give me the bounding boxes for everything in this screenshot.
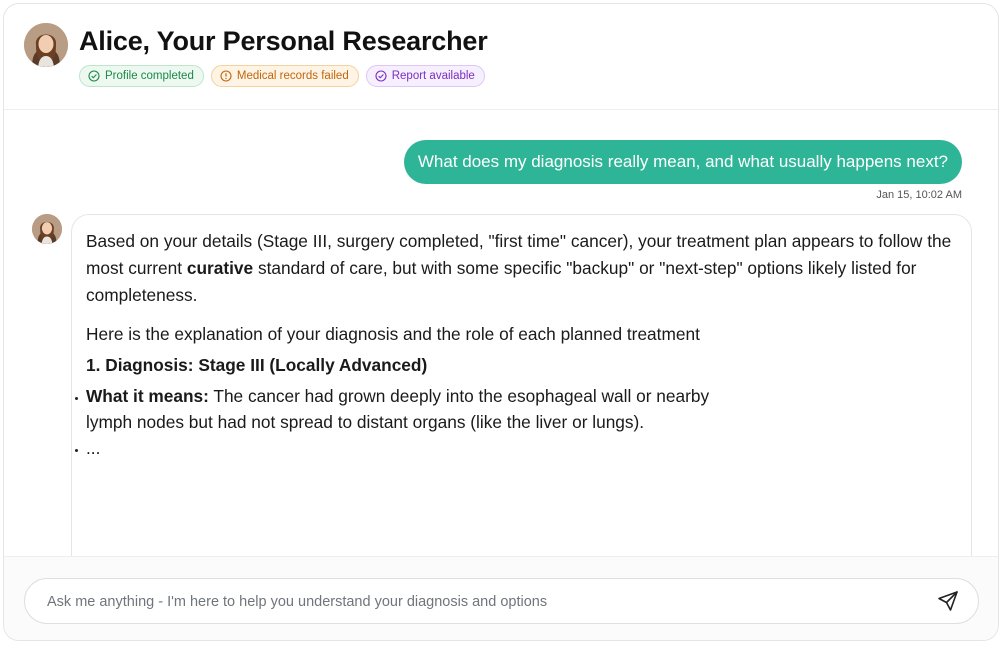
alert-circle-icon <box>220 70 232 82</box>
paragraph-bold-text: curative <box>186 258 254 278</box>
list-item: What it means: The cancer had grown deep… <box>75 383 756 435</box>
message-timestamp: Jan 15, 10:02 AM <box>876 189 962 201</box>
send-button[interactable] <box>936 589 960 613</box>
list-item-label: What it means: <box>86 386 209 406</box>
message-list[interactable]: What does my diagnosis really mean, and … <box>4 110 998 556</box>
list-item: ... <box>75 435 957 461</box>
message-input-container[interactable] <box>24 578 979 625</box>
check-circle-icon <box>88 70 100 82</box>
composer <box>4 556 998 640</box>
user-message: What does my diagnosis really mean, and … <box>403 140 962 184</box>
avatar <box>24 23 68 67</box>
badge-label: Profile completed <box>105 70 194 82</box>
chat-window: Alice, Your Personal Researcher Profile … <box>3 3 999 641</box>
bullet-list: What it means: The cancer had grown deep… <box>75 383 957 461</box>
assistant-message: Based on your details (Stage III, surger… <box>71 214 972 556</box>
status-badge-report: Report available <box>365 65 485 87</box>
status-badges: Profile completed Medical records failed… <box>79 65 485 87</box>
assistant-paragraph: Here is the explanation of your diagnosi… <box>86 324 700 344</box>
assistant-avatar <box>32 214 62 244</box>
badge-label: Medical records failed <box>236 70 349 82</box>
page-title: Alice, Your Personal Researcher <box>79 26 488 56</box>
badge-label: Report available <box>391 70 475 82</box>
message-input[interactable] <box>45 579 909 625</box>
section-heading: 1. Diagnosis: Stage III (Locally Advance… <box>86 355 428 375</box>
send-icon <box>938 591 958 611</box>
list-item-text: ... <box>86 438 101 458</box>
chat-header: Alice, Your Personal Researcher Profile … <box>4 4 998 110</box>
check-circle-icon <box>375 70 387 82</box>
assistant-paragraph: Based on your details (Stage III, surger… <box>86 228 957 309</box>
status-badge-profile: Profile completed <box>79 65 204 87</box>
status-badge-medical-records: Medical records failed <box>210 65 359 87</box>
